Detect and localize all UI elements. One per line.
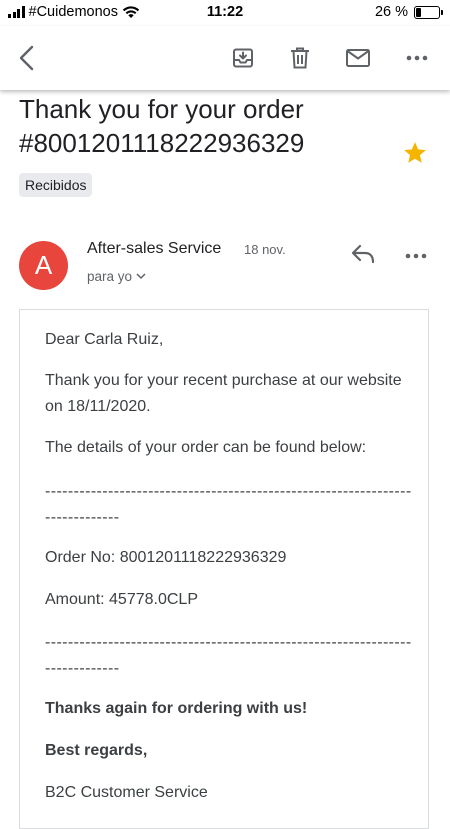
mark-unread-icon [346,49,370,67]
email-body: Dear Carla Ruiz, Thank you for your rece… [19,309,429,829]
reply-button[interactable] [350,243,378,269]
back-button[interactable] [12,42,42,74]
body-greeting: Dear Carla Ruiz, [45,331,164,348]
more-options-button[interactable] [402,42,432,74]
delete-icon [291,47,309,69]
star-icon [404,142,426,163]
status-bar: #Cuidemonos 11:22 26 % [0,0,450,26]
more-vert-icon [406,55,428,61]
status-right: 26 % [374,4,443,20]
battery-percent: 26 % [374,4,408,20]
body-intro: Thank you for your recent purchase at ou… [45,372,402,415]
app-toolbar [0,26,450,90]
battery-icon [414,5,443,19]
body-signature: B2C Customer Service [45,784,208,801]
mark-unread-button[interactable] [343,42,373,74]
delete-button[interactable] [285,42,315,74]
body-thanks: Thanks again for ordering with us! [45,700,308,717]
body-regards: Best regards, [45,742,148,759]
body-separator: ----------------------------------------… [45,483,412,526]
message-more-button[interactable] [402,243,430,269]
archive-icon [233,48,253,68]
email-date: 18 nov. [244,242,286,257]
back-arrow-icon [19,45,34,71]
body-separator: ----------------------------------------… [45,634,412,677]
sender-name: After-sales Service [87,240,222,257]
reply-icon [351,244,375,264]
email-subject: Thank you for your order #80012011182229… [19,94,305,158]
chevron-down-icon [136,273,146,280]
star-button[interactable] [402,140,430,168]
label-chip-recibidos[interactable]: Recibidos [19,173,93,197]
body-order-number: Order No: 8001201118222936329 [45,549,287,566]
body-amount: Amount: 45778.0CLP [45,591,198,608]
sender-avatar[interactable]: A [19,241,68,290]
archive-button[interactable] [228,42,258,74]
more-horiz-icon [405,253,427,259]
avatar-letter: A [34,250,53,280]
body-details-intro: The details of your order can be found b… [45,439,367,456]
battery-fill [416,7,421,17]
recipient-details-toggle[interactable]: para yo [87,269,146,284]
recipient-label: para yo [87,269,133,284]
